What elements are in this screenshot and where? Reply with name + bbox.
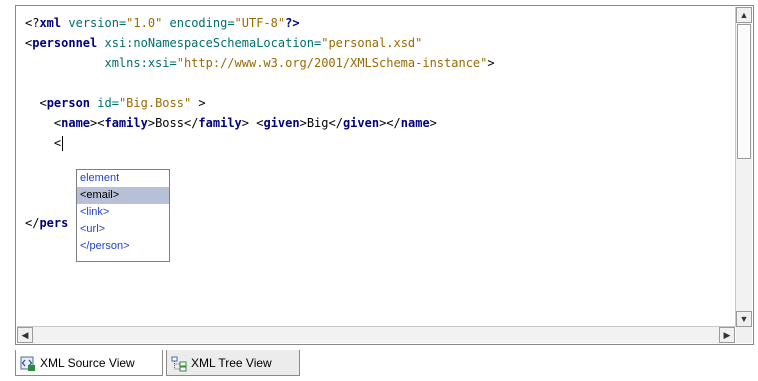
code-line: <?xml version="1.0" encoding="UTF-8"?> <box>25 13 300 33</box>
xml-tree-icon <box>171 355 187 372</box>
code-line: <person id="Big.Boss" > <box>25 93 206 113</box>
code-token: < <box>25 116 62 130</box>
code-token: > <box>191 96 206 110</box>
code-token: family <box>104 116 148 130</box>
code-token: < <box>25 96 47 110</box>
code-token: > <box>487 56 495 70</box>
autocomplete-item[interactable]: <link> <box>77 204 169 221</box>
code-token: >Boss</ <box>147 116 199 130</box>
code-token: xsi:noNamespaceSchemaLocation= <box>97 36 322 50</box>
horizontal-scrollbar[interactable]: ◀ ▶ <box>17 326 735 343</box>
code-token: "personal.xsd" <box>321 36 423 50</box>
code-token: "Big.Boss" <box>118 96 192 110</box>
code-token: "http://www.w3.org/2001/XMLSchema-instan… <box>176 56 488 70</box>
tab-label: XML Tree View <box>191 356 272 370</box>
code-token: <? <box>25 16 40 30</box>
code-line: <personnel xsi:noNamespaceSchemaLocation… <box>25 33 422 53</box>
vertical-scrollbar[interactable]: ▲ ▼ <box>735 7 752 327</box>
code-token: name <box>61 116 91 130</box>
code-line: <name><family>Boss</family> <given>Big</… <box>25 113 437 133</box>
code-token: version= <box>61 16 127 30</box>
scroll-left-button[interactable]: ◀ <box>17 327 33 343</box>
scroll-corner <box>736 327 752 343</box>
text-caret <box>62 136 64 151</box>
code-token: given <box>342 116 380 130</box>
code-token: pers <box>39 216 69 230</box>
code-line: < <box>25 133 64 153</box>
code-token: < <box>25 136 62 150</box>
code-token: >Big</ <box>299 116 343 130</box>
code-token: "1.0" <box>126 16 163 30</box>
scroll-down-button[interactable]: ▼ <box>736 311 752 327</box>
xml-source-icon <box>20 355 36 371</box>
code-line: xmlns:xsi="http://www.w3.org/2001/XMLSch… <box>25 53 495 73</box>
code-token: xmlns:xsi= <box>25 56 177 70</box>
code-token: "UTF-8" <box>234 16 286 30</box>
autocomplete-item[interactable]: <email> <box>77 187 169 204</box>
vertical-scroll-thumb[interactable] <box>737 24 751 159</box>
tab-xml-tree-view[interactable]: XML Tree View <box>166 350 300 376</box>
code-token: >< <box>90 116 105 130</box>
code-token: </ <box>25 216 40 230</box>
code-token: encoding= <box>162 16 235 30</box>
code-token: given <box>263 116 300 130</box>
code-line: </pers <box>25 213 68 233</box>
tab-xml-source-view[interactable]: XML Source View <box>15 350 163 376</box>
autocomplete-item[interactable]: </person> <box>77 238 169 255</box>
tab-label: XML Source View <box>40 356 135 370</box>
scroll-up-button[interactable]: ▲ <box>736 7 752 23</box>
code-token: ?> <box>285 16 300 30</box>
code-token: personnel <box>32 36 98 50</box>
code-token: name <box>400 116 430 130</box>
code-token: id= <box>90 96 119 110</box>
autocomplete-item[interactable]: <url> <box>77 221 169 238</box>
code-token: > <box>429 116 437 130</box>
autocomplete-item[interactable]: element <box>77 170 169 187</box>
autocomplete-popup[interactable]: element <email> <link> <url> </person> <box>76 169 170 262</box>
code-token: > < <box>241 116 264 130</box>
scroll-right-button[interactable]: ▶ <box>719 327 735 343</box>
code-token: ></ <box>379 116 401 130</box>
code-area[interactable]: <?xml version="1.0" encoding="UTF-8"?> <p… <box>17 7 736 327</box>
code-token: family <box>198 116 242 130</box>
code-token: person <box>46 96 91 110</box>
code-token: xml <box>39 16 62 30</box>
